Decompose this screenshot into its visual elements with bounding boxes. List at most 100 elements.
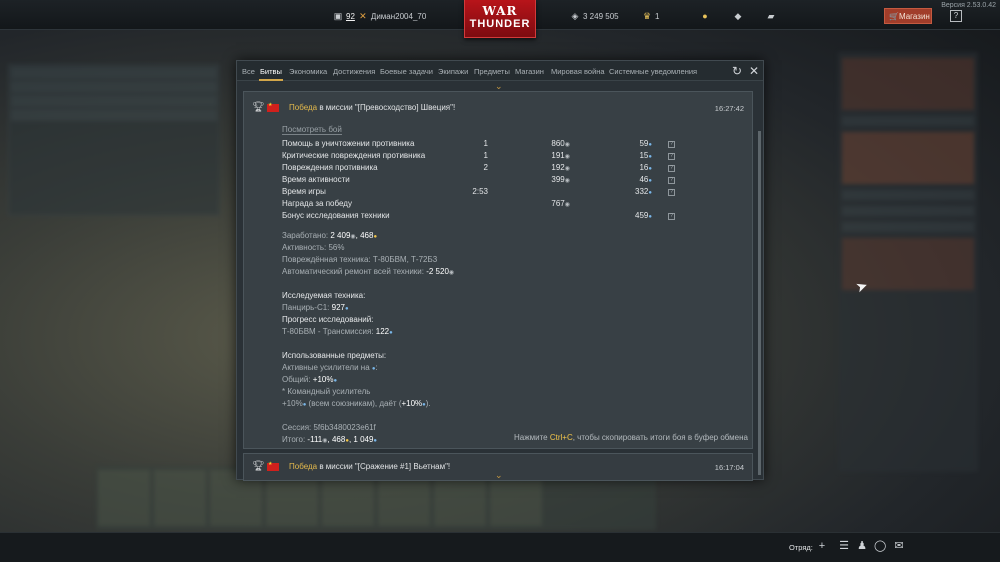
player-profile[interactable]: ▣ 92 ✕ Диман2004_70 xyxy=(333,11,427,21)
flag-icon xyxy=(267,102,279,112)
trophy-icon: 🏆︎ xyxy=(252,102,265,113)
player-nickname: Диман2004_70 xyxy=(370,11,427,21)
close-icon[interactable]: ✕ xyxy=(747,64,761,78)
rp-bulb-icon: ● xyxy=(648,154,652,160)
hangar-right-panel xyxy=(838,52,978,472)
top-bar: Версия 2.53.0.42 ▣ 92 ✕ Диман2004_70 WAR… xyxy=(0,0,1000,38)
bottom-bar: Отряд: + ☰ ♟ ◯ ✉ xyxy=(0,532,1000,562)
tab-shop[interactable]: Магазин xyxy=(515,67,544,76)
silver-lions-icon: ◉ xyxy=(564,166,570,172)
premium-bulb[interactable]: ● xyxy=(700,11,710,21)
battle-title: Победа в миссии "[Сражение #1] Вьетнам"! xyxy=(289,462,451,471)
tab-crews[interactable]: Экипажи xyxy=(438,67,468,76)
silver-lions-icon: ◉ xyxy=(564,154,570,160)
rp-bulb-icon: ● xyxy=(373,234,378,240)
rp-bulb-icon: ● xyxy=(389,330,393,336)
hangar-left-panel xyxy=(8,64,220,216)
table-row: Награда за победу 767◉ xyxy=(282,199,570,208)
general-booster-line: Общий: +10%● xyxy=(282,375,338,384)
trophy-icon: 🏆︎ xyxy=(252,461,265,472)
golden-eagle-icon: ♛ xyxy=(642,11,652,21)
help-icon[interactable]: ? xyxy=(668,153,675,160)
list-icon[interactable]: ☰ xyxy=(838,540,850,552)
scrollbar[interactable] xyxy=(758,131,761,475)
earned-line: Заработано: 2 409◉, 468● xyxy=(282,231,378,240)
rp-bulb-icon: ● xyxy=(648,178,652,184)
rp-bulb-icon: ● xyxy=(648,214,652,220)
rp-bulb-icon: ● xyxy=(648,142,652,148)
rp-bulb-icon: ● xyxy=(333,378,338,384)
version-label: Версия 2.53.0.42 xyxy=(941,2,996,9)
tab-all[interactable]: Все xyxy=(242,67,255,76)
silver-lions-icon: ◉ xyxy=(564,142,570,148)
bulb-icon: ● xyxy=(702,11,708,21)
refresh-icon[interactable]: ↻ xyxy=(730,64,744,78)
tab-battles[interactable]: Битвы xyxy=(259,67,283,81)
progress-title: Прогресс исследований: xyxy=(282,315,374,324)
help-icon[interactable]: ? xyxy=(668,141,675,148)
rp-bulb-icon: ● xyxy=(648,166,652,172)
ticket-icon: ▰ xyxy=(767,11,775,21)
flag-icon xyxy=(267,461,279,471)
mail-icon[interactable]: ✉ xyxy=(893,540,905,552)
notifications-window: Все Битвы Экономика Достижения Боевые за… xyxy=(236,60,764,481)
help-icon[interactable]: ? xyxy=(668,177,675,184)
copy-hint: Нажмите Ctrl+C, чтобы скопировать итоги … xyxy=(514,433,748,442)
chat-icon[interactable]: ◯ xyxy=(874,540,886,552)
tab-world-war[interactable]: Мировая война xyxy=(551,67,605,76)
expand-chevron-icon[interactable]: ⌄ xyxy=(495,471,503,480)
help-icon[interactable]: ? xyxy=(668,189,675,196)
view-battle-button[interactable]: Посмотреть бой xyxy=(282,125,342,135)
tab-battle-tasks[interactable]: Боевые задачи xyxy=(380,67,433,76)
cart-icon: 🛒 xyxy=(889,12,899,21)
activity-line: Активность: 56% xyxy=(282,243,345,252)
researched-title: Исследуемая техника: xyxy=(282,291,366,300)
shop-button[interactable]: 🛒Магазин xyxy=(884,8,932,24)
scroll-up-chevron-icon[interactable]: ⌄ xyxy=(495,82,503,91)
tab-items[interactable]: Предметы xyxy=(474,67,510,76)
tab-system[interactable]: Системные уведомления xyxy=(609,67,697,76)
plus-icon[interactable]: + xyxy=(816,540,828,552)
squad-label: Отряд: xyxy=(789,543,813,552)
rp-bulb-icon: ● xyxy=(648,190,652,196)
profile-icon: ▣ xyxy=(333,11,343,21)
progress-item-line: Т-80БВМ - Трансмиссия: 122● xyxy=(282,327,393,336)
help-icon[interactable]: ? xyxy=(668,213,675,220)
battle-time: 16:17:04 xyxy=(714,463,744,472)
war-thunder-logo[interactable]: WAR THUNDER xyxy=(464,0,536,38)
table-row: Критические повреждения противника 1 191… xyxy=(282,151,702,163)
researched-vehicle-line: Панцирь-С1: 927● xyxy=(282,303,349,312)
table-row: Бонус исследования техники 459● ? xyxy=(282,211,702,223)
tab-achievements[interactable]: Достижения xyxy=(333,67,375,76)
help-icon[interactable]: ? xyxy=(950,10,962,22)
silver-lions-balance[interactable]: ◈ 3 249 505 xyxy=(570,11,619,21)
auto-repair-line: Автоматический ремонт всей техники: -2 5… xyxy=(282,267,455,276)
warbonds-button[interactable]: ◆ xyxy=(733,11,743,21)
squad-icon[interactable]: ♟ xyxy=(856,540,868,552)
battle-title: Победа в миссии "[Превосходство] Швеция"… xyxy=(289,103,456,112)
rp-bulb-icon: ● xyxy=(373,438,378,444)
stats-table: Помощь в уничтожении противника 1 860◉ 5… xyxy=(282,139,702,223)
table-row: Помощь в уничтожении противника 1 860◉ 5… xyxy=(282,139,702,151)
silver-lions-icon: ◈ xyxy=(571,11,579,21)
total-line: Итого: -111◉, 468●, 1 049● xyxy=(282,435,378,444)
table-row: Повреждения противника 2 192◉ 16● ? xyxy=(282,163,702,175)
crossed-swords-icon: ✕ xyxy=(359,11,367,21)
session-line: Сессия: 5f6b3480023e61f xyxy=(282,423,376,432)
silver-lions-icon: ◉ xyxy=(448,270,455,276)
tab-economy[interactable]: Экономика xyxy=(289,67,327,76)
help-icon[interactable]: ? xyxy=(668,165,675,172)
battle-time: 16:27:42 xyxy=(714,104,744,113)
silver-lions-icon: ◉ xyxy=(564,202,570,208)
golden-eagles-balance[interactable]: ♛ 1 xyxy=(642,11,660,21)
table-row: Время игры 2:53 332● ? xyxy=(282,187,702,199)
command-booster-value-line: +10%● (всем союзникам), даёт (+10%●). xyxy=(282,399,431,408)
tickets-button[interactable]: ▰ xyxy=(766,11,776,21)
used-items-title: Использованные предметы: xyxy=(282,351,387,360)
damaged-vehicles-line: Повреждённая техника: Т-80БВМ, Т-72Б3 xyxy=(282,255,438,264)
rp-bulb-icon: ● xyxy=(344,306,349,312)
player-level: 92 xyxy=(346,11,355,21)
silver-lions-icon: ◉ xyxy=(564,178,570,184)
table-row: Время активности 399◉ 46● ? xyxy=(282,175,702,187)
battle-result-card: 🏆︎ Победа в миссии "[Превосходство] Швец… xyxy=(243,91,753,449)
